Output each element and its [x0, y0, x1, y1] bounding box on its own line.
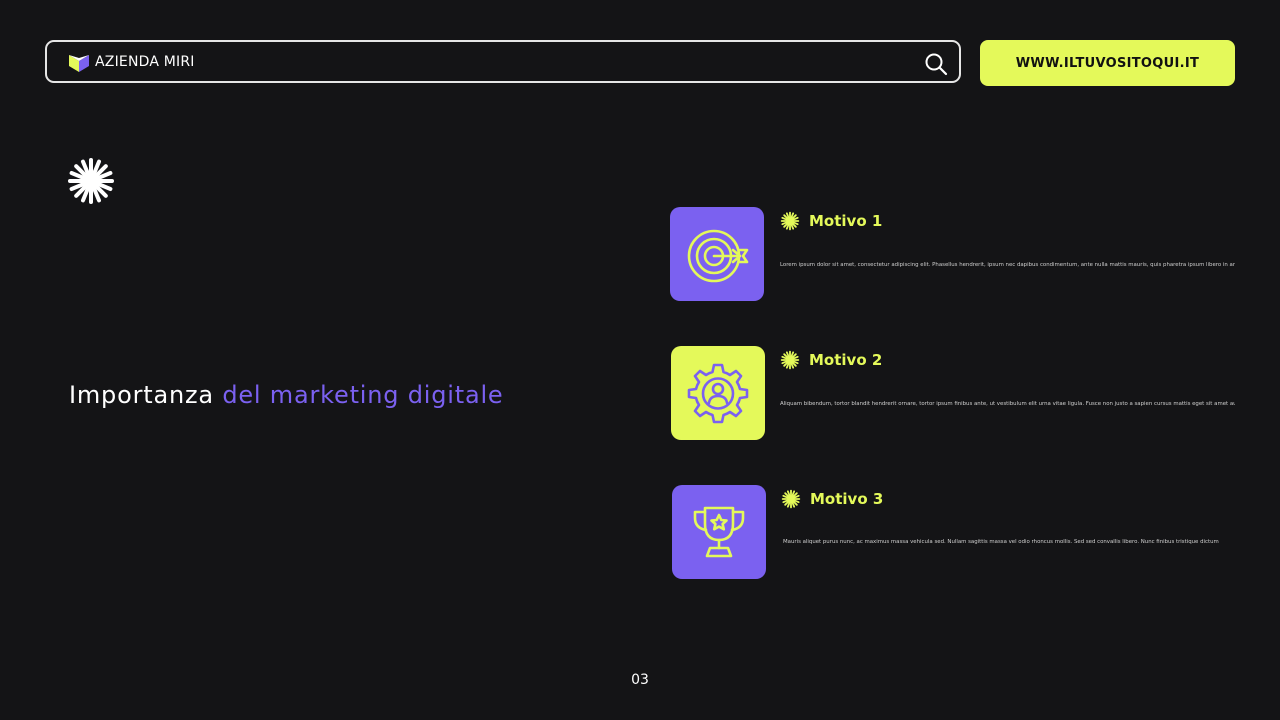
brand-name: AZIENDA MIRI: [95, 54, 195, 70]
website-button[interactable]: WWW.ILTUVOSITOQUI.IT: [980, 40, 1235, 86]
motivo-3-title: Motivo 3: [810, 490, 884, 508]
brand-logo-icon: [69, 55, 89, 72]
starburst-small-icon: [780, 350, 800, 370]
starburst-icon: [68, 158, 114, 204]
motivo-3-description: Mauris aliquet purus nunc, ac maximus ma…: [783, 539, 1219, 545]
target-icon: [687, 229, 749, 283]
motivo-2-heading: Motivo 2: [780, 350, 882, 370]
slide-title-part1: Importanza: [69, 381, 214, 409]
search-bar[interactable]: AZIENDA MIRI: [45, 40, 961, 83]
motivo-1-description: Lorem ipsum dolor sit amet, consectetur …: [780, 262, 1235, 268]
website-button-label: WWW.ILTUVOSITOQUI.IT: [1015, 55, 1200, 71]
slide-title: Importanza del marketing digitale: [69, 381, 503, 409]
page-number: 03: [631, 672, 649, 688]
motivo-2-title: Motivo 2: [809, 351, 883, 369]
motivo-2-tile: [671, 346, 765, 440]
starburst-small-icon: [780, 211, 800, 231]
motivo-1-tile: [670, 207, 764, 301]
motivo-1-heading: Motivo 1: [780, 211, 882, 231]
search-icon[interactable]: [924, 52, 948, 76]
trophy-icon: [693, 506, 745, 558]
motivo-3-tile: [672, 485, 766, 579]
starburst-small-icon: [781, 489, 801, 509]
slide-title-part2: del marketing digitale: [222, 381, 504, 409]
motivo-1-title: Motivo 1: [809, 212, 883, 230]
motivo-2-description: Aliquam bibendum, tortor blandit hendrer…: [780, 401, 1235, 407]
motivo-3-heading: Motivo 3: [781, 489, 883, 509]
gear-user-icon: [687, 363, 749, 424]
